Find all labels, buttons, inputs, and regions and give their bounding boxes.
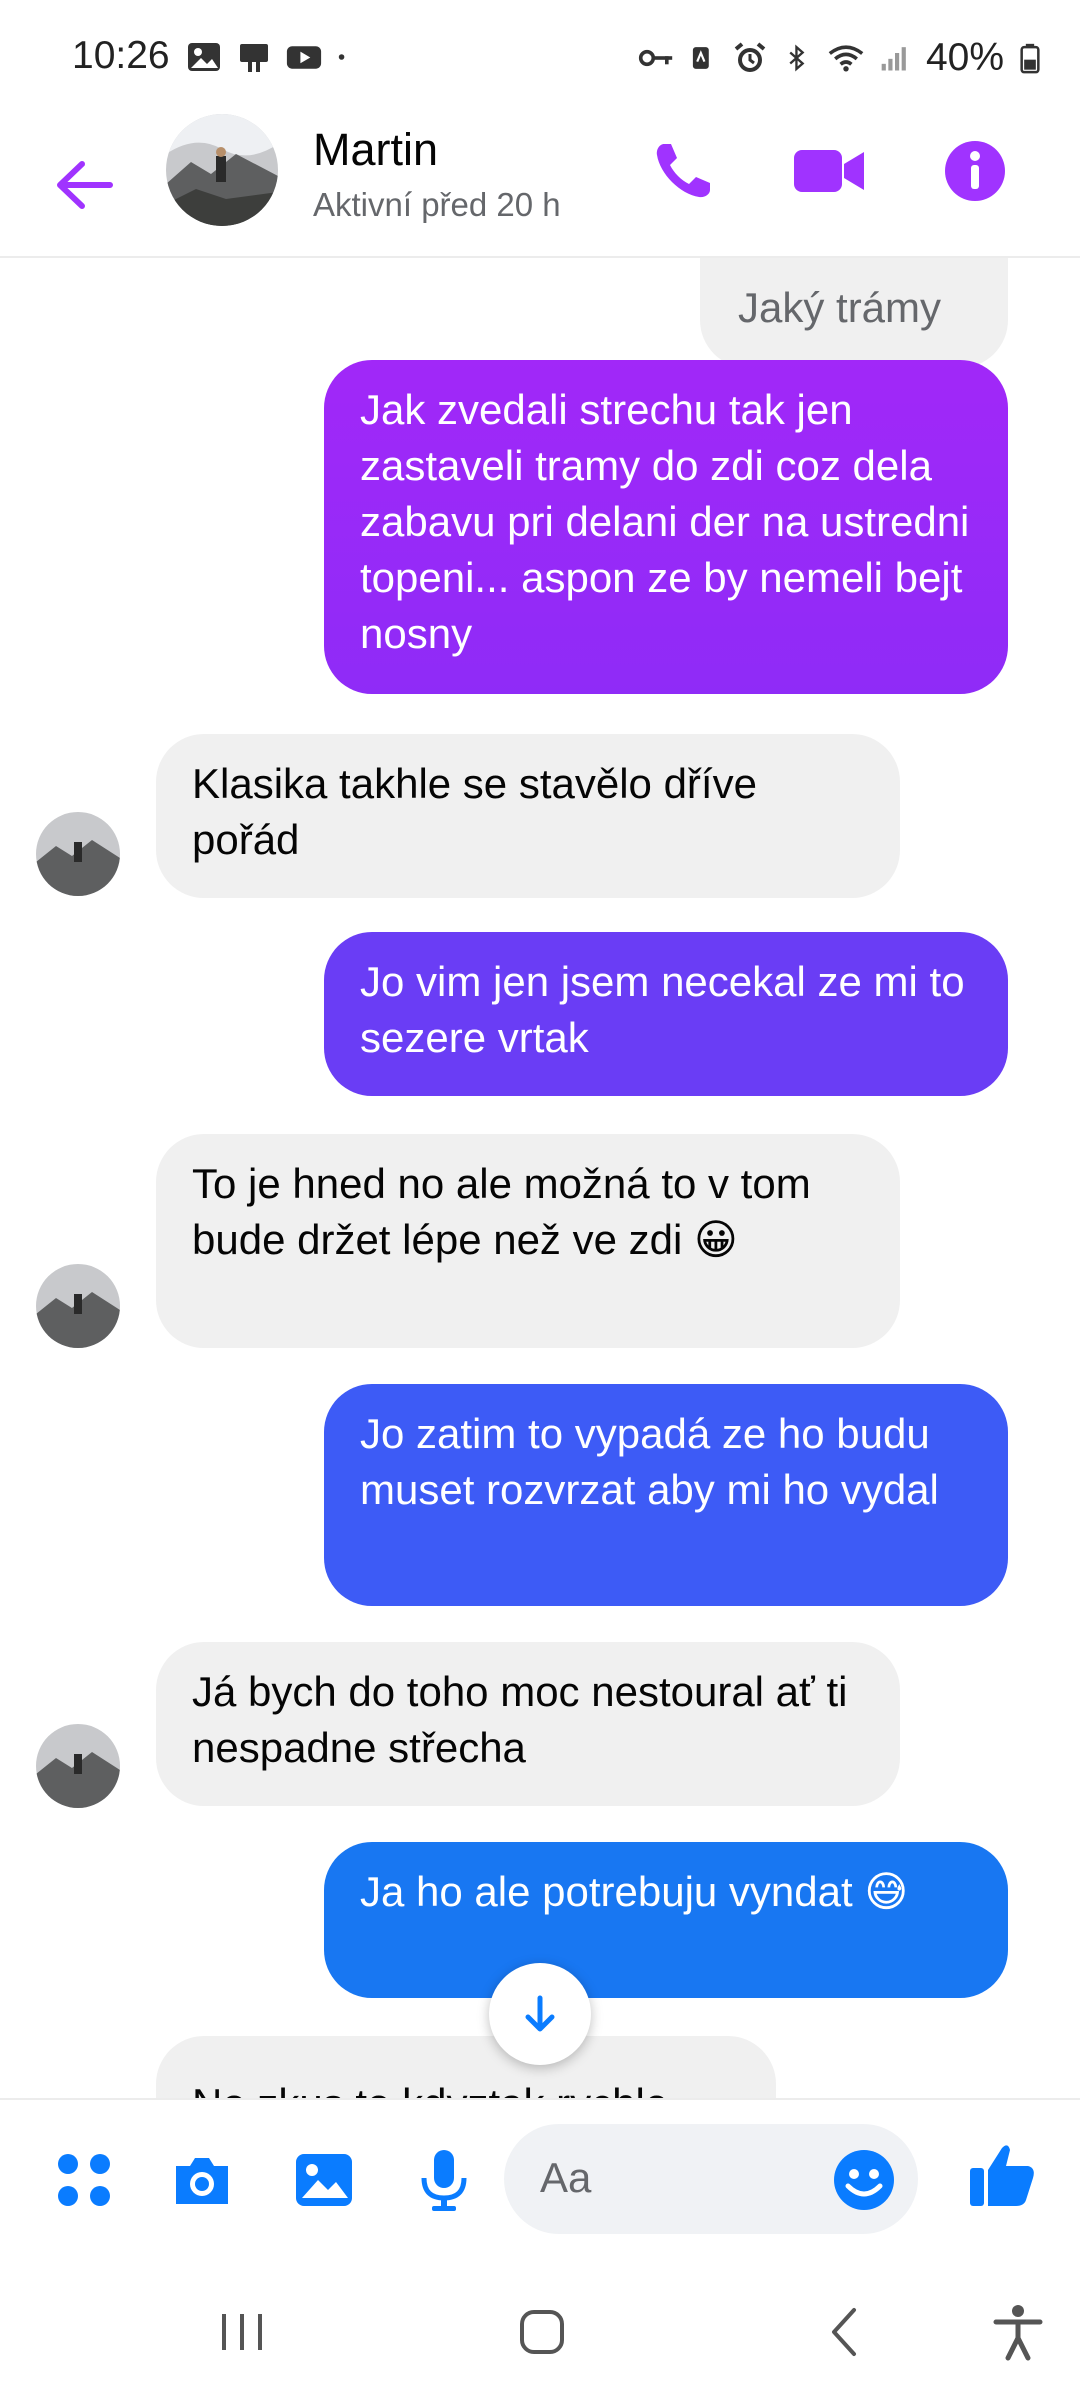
- status-bar: 10:26 40%: [0, 0, 1080, 120]
- accessibility-icon[interactable]: [988, 2302, 1048, 2362]
- message-outgoing[interactable]: Ja ho ale potrebuju vyndat 😅: [324, 1842, 1008, 1998]
- arrow-down-icon: [525, 1995, 555, 2032]
- message-text: Jo zatim to vypadá ze ho budu muset rozv…: [360, 1410, 939, 1513]
- info-icon[interactable]: [940, 136, 1010, 206]
- gallery-image-icon[interactable]: [292, 2148, 356, 2212]
- status-right: 40%: [638, 36, 1040, 80]
- message-text: Klasika takhle se stavělo dříve pořád: [192, 760, 757, 863]
- message-incoming[interactable]: Klasika takhle se stavělo dříve pořád: [156, 734, 900, 898]
- emoji-icon[interactable]: [832, 2148, 896, 2212]
- message-text: Jak zvedali strechu tak jen zastaveli tr…: [360, 386, 970, 657]
- message-incoming[interactable]: To je hned no ale možná to v tom bude dr…: [156, 1134, 900, 1348]
- wifi-icon: [828, 45, 864, 72]
- status-left-icons: [186, 40, 356, 74]
- message-outgoing[interactable]: Jo zatim to vypadá ze ho budu muset rozv…: [324, 1384, 1008, 1606]
- recent-apps-icon[interactable]: [212, 2302, 272, 2362]
- phone-call-icon[interactable]: [648, 136, 718, 206]
- message-incoming[interactable]: Jaký trámy: [700, 258, 1008, 368]
- dot-icon: [338, 54, 345, 60]
- message-incoming[interactable]: No zkus to kdyztak rychle: [156, 2036, 776, 2098]
- youtube-icon: [286, 46, 322, 69]
- message-text: Jo vim jen jsem necekal ze mi to sezere …: [360, 958, 965, 1061]
- like-thumb-icon[interactable]: [966, 2138, 1038, 2210]
- gallery-icon: [188, 43, 220, 71]
- contact-name[interactable]: Martin: [313, 124, 438, 176]
- sender-avatar: [36, 1264, 120, 1348]
- back-arrow-icon[interactable]: [52, 152, 118, 218]
- signal-icon: [881, 47, 906, 71]
- nfc-icon: [692, 47, 709, 69]
- contact-avatar[interactable]: [166, 114, 278, 226]
- scroll-to-bottom-button[interactable]: [489, 1963, 591, 2065]
- message-text: Já bych do toho moc nestoural ať ti nesp…: [192, 1668, 848, 1771]
- battery-icon: [1020, 43, 1040, 74]
- sender-avatar: [36, 812, 120, 896]
- message-input[interactable]: Aa: [504, 2124, 918, 2234]
- key-icon: [638, 49, 673, 67]
- menu-dots-icon[interactable]: [52, 2148, 116, 2212]
- microphone-icon[interactable]: [412, 2148, 476, 2212]
- message-text: To je hned no ale možná to v tom bude dr…: [192, 1160, 811, 1263]
- cast-icon: [240, 44, 268, 72]
- message-text: No zkus to kdyztak rychle: [192, 2080, 668, 2098]
- message-outgoing[interactable]: Jak zvedali strechu tak jen zastaveli tr…: [324, 360, 1008, 694]
- message-list[interactable]: Jaký trámy Jak zvedali strechu tak jen z…: [0, 258, 1080, 2098]
- battery-percent: 40%: [925, 36, 1004, 79]
- sender-avatar: [36, 1724, 120, 1808]
- back-nav-icon[interactable]: [816, 2302, 876, 2362]
- message-incoming[interactable]: Já bych do toho moc nestoural ať ti nesp…: [156, 1642, 900, 1806]
- video-call-icon[interactable]: [792, 136, 866, 206]
- home-icon[interactable]: [512, 2302, 572, 2362]
- camera-icon[interactable]: [170, 2148, 234, 2212]
- bluetooth-icon: [789, 44, 805, 72]
- message-text: Jaký trámy: [738, 284, 942, 331]
- contact-active-status: Aktivní před 20 h: [313, 186, 561, 223]
- message-input-placeholder: Aa: [540, 2154, 592, 2201]
- message-outgoing[interactable]: Jo vim jen jsem necekal ze mi to sezere …: [324, 932, 1008, 1096]
- message-text: Ja ho ale potrebuju vyndat 😅: [360, 1868, 909, 1915]
- status-time: 10:26: [72, 34, 170, 77]
- alarm-icon: [734, 42, 766, 72]
